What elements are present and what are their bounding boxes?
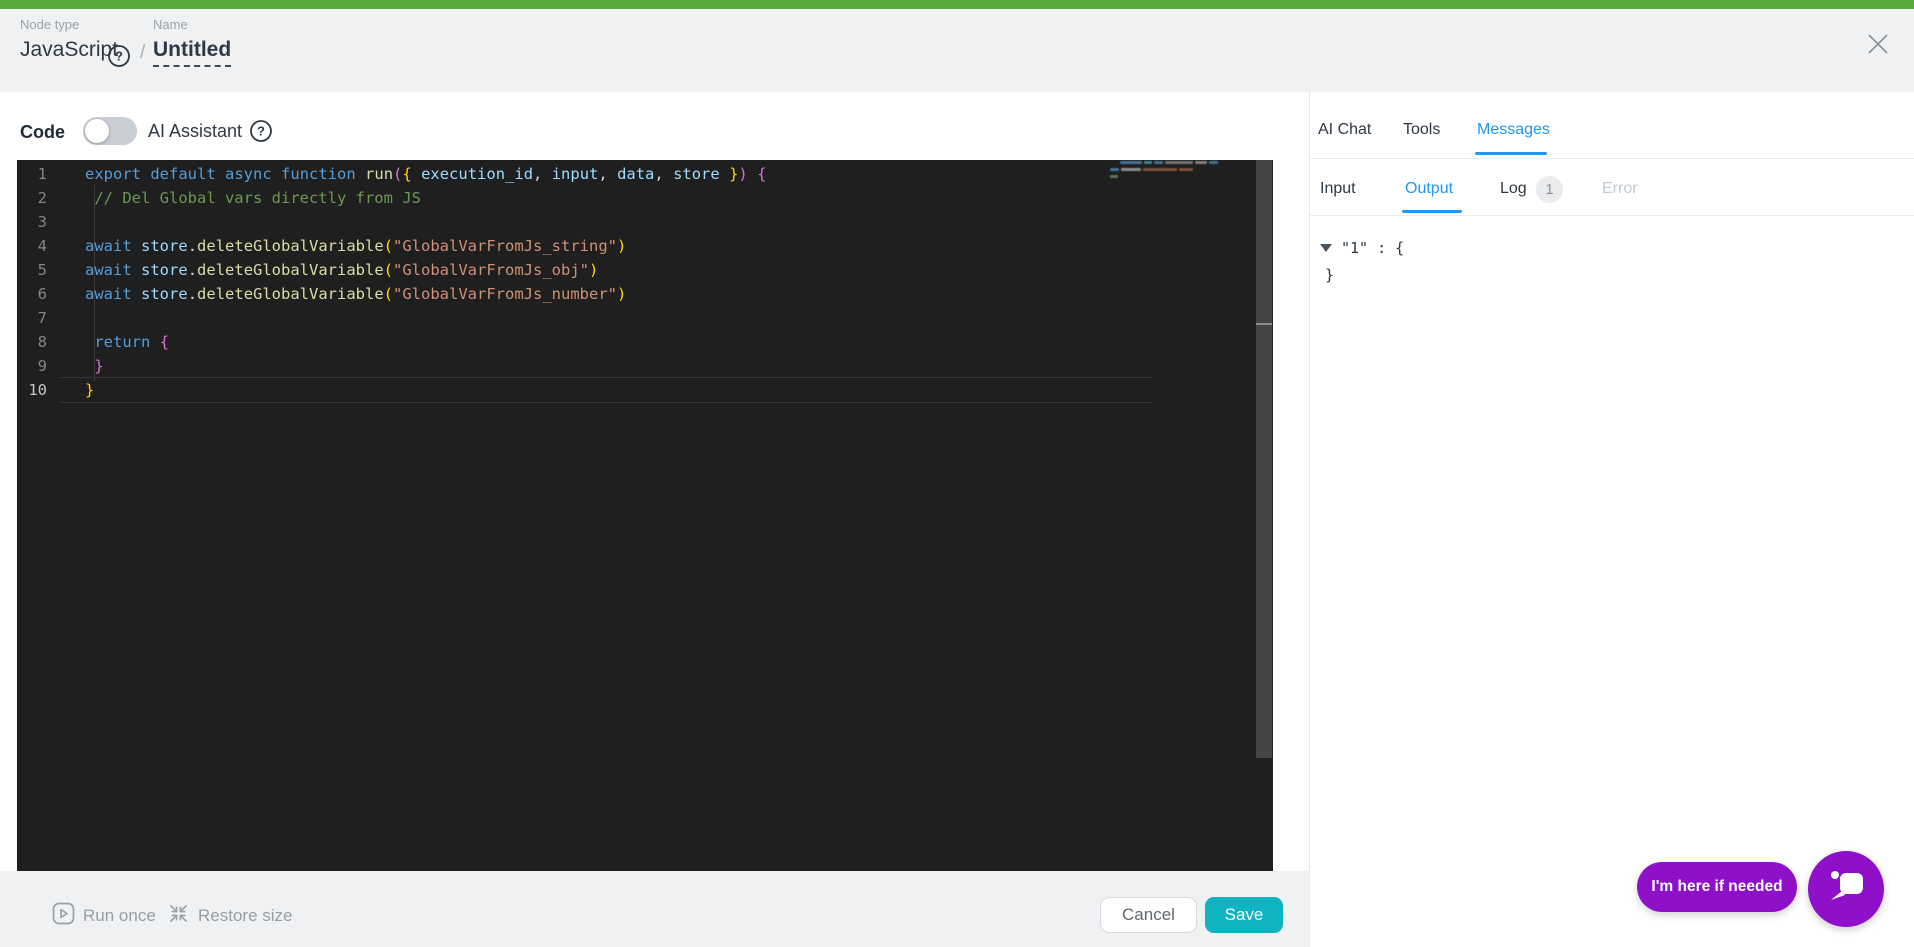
node-type-value: JavaScript: [20, 38, 119, 61]
line-content: return {: [94, 333, 170, 351]
output-viewer: "1" : { }: [1320, 235, 1404, 289]
run-once-label: Run once: [83, 906, 156, 925]
svg-text:?: ?: [257, 124, 265, 139]
line-number: 3: [37, 213, 47, 231]
line-number: 8: [37, 333, 47, 351]
current-line-border-bottom: [60, 402, 1152, 403]
subtab-error[interactable]: Error: [1602, 180, 1638, 198]
save-button[interactable]: Save: [1205, 897, 1283, 933]
restore-size-button[interactable]: Restore size: [167, 902, 292, 930]
line-content: }: [94, 357, 104, 375]
top-accent-bar: [0, 0, 1914, 9]
panel-divider: [1309, 92, 1310, 947]
minimap[interactable]: [1110, 160, 1240, 186]
chat-bubble-icon: [1825, 866, 1867, 913]
output-json-line1: "1" : {: [1341, 239, 1405, 257]
code-editor[interactable]: 1 export default async function run({ exe…: [17, 160, 1273, 871]
line-content: await store.deleteGlobalVariable("Global…: [85, 261, 599, 279]
line-number: 7: [37, 309, 47, 327]
line-content: }: [85, 381, 95, 399]
restore-size-icon: [167, 902, 190, 930]
collapse-triangle-icon[interactable]: [1320, 244, 1332, 252]
restore-size-label: Restore size: [198, 906, 293, 925]
subtabs-divider: [1310, 215, 1914, 216]
ai-assistant-toggle[interactable]: [83, 117, 137, 145]
close-icon[interactable]: [1864, 30, 1892, 63]
output-row-1: "1" : {: [1320, 235, 1404, 262]
ai-assistant-help-icon[interactable]: ?: [249, 119, 273, 143]
line-number: 5: [37, 261, 47, 279]
ai-assistant-label: AI Assistant: [148, 121, 243, 141]
editor-scrollbar[interactable]: [1256, 160, 1272, 758]
line-number: 1: [37, 165, 47, 183]
run-once-button[interactable]: Run once: [52, 902, 156, 930]
line-content: await store.deleteGlobalVariable("Global…: [85, 237, 627, 255]
node-name-field[interactable]: Untitled: [153, 38, 232, 67]
svg-text:?: ?: [115, 49, 123, 64]
output-json-line2: }: [1325, 266, 1335, 284]
line-content: export default async function run({ exec…: [85, 165, 767, 183]
dialog-header: Node type JavaScript ? / Name Untitled: [0, 9, 1914, 92]
tab-tools[interactable]: Tools: [1403, 121, 1440, 139]
subtab-output[interactable]: Output: [1405, 180, 1453, 198]
breadcrumb-separator: /: [140, 42, 146, 63]
code-line-6[interactable]: 6 await store.deleteGlobalVariable("Globa…: [17, 282, 1273, 306]
line-number: 9: [37, 357, 47, 375]
line-number: 6: [37, 285, 47, 303]
line-content: // Del Global vars directly from JS: [85, 189, 421, 207]
line-content: await store.deleteGlobalVariable("Global…: [85, 285, 627, 303]
run-once-icon: [52, 902, 75, 930]
tab-messages-underline: [1475, 152, 1547, 155]
code-line-5[interactable]: 5 await store.deleteGlobalVariable("Globa…: [17, 258, 1273, 282]
scrollbar-cursor-mark: [1256, 323, 1272, 325]
tabs-divider: [1310, 158, 1914, 159]
subtab-log[interactable]: Log: [1500, 180, 1527, 198]
node-type-label: Node type: [20, 17, 80, 32]
code-line-4[interactable]: 4 await store.deleteGlobalVariable("Globa…: [17, 234, 1273, 258]
subtab-input[interactable]: Input: [1320, 180, 1356, 198]
subtab-output-underline: [1402, 210, 1462, 213]
node-type-help-icon[interactable]: ?: [107, 44, 131, 68]
chat-bubble-button[interactable]: [1808, 851, 1884, 927]
line-number: 10: [28, 381, 47, 399]
line-number: 4: [37, 237, 47, 255]
code-lines: 1 export default async function run({ exe…: [17, 162, 1273, 402]
code-line-8[interactable]: 8 return {: [17, 330, 1273, 354]
code-line-3[interactable]: 3: [17, 210, 1273, 234]
node-editor-dialog: Node type JavaScript ? / Name Untitled C…: [0, 0, 1914, 947]
chat-assistant-pill[interactable]: I'm here if needed: [1637, 862, 1797, 912]
name-label: Name: [153, 17, 188, 32]
code-label: Code: [20, 122, 65, 142]
log-count-badge: 1: [1536, 176, 1563, 203]
code-line-10[interactable]: 10}: [17, 378, 1273, 402]
tab-messages[interactable]: Messages: [1477, 121, 1550, 139]
line-number: 2: [37, 189, 47, 207]
code-line-7[interactable]: 7: [17, 306, 1273, 330]
code-line-9[interactable]: 9 }: [17, 354, 1273, 378]
code-line-1[interactable]: 1 export default async function run({ exe…: [17, 162, 1273, 186]
toggle-knob: [85, 119, 109, 143]
cancel-button[interactable]: Cancel: [1100, 897, 1197, 933]
tab-ai-chat[interactable]: AI Chat: [1318, 121, 1371, 139]
code-line-2[interactable]: 2 // Del Global vars directly from JS: [17, 186, 1273, 210]
